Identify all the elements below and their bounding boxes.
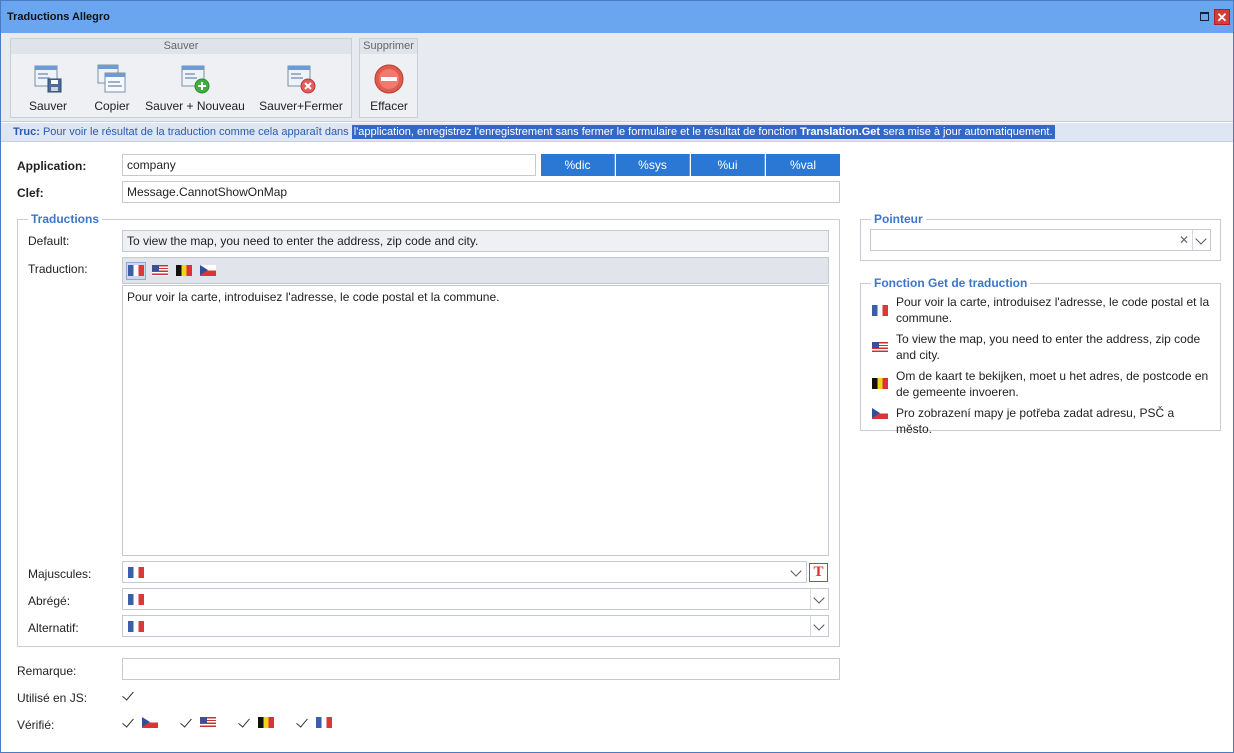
restore-button[interactable] <box>1197 9 1213 25</box>
application-label: Application: <box>17 159 87 173</box>
translation-window: Traductions Allegro ✕ Sauver Sauver Copi… <box>0 0 1234 753</box>
get-function-us: To view the map, you need to enter the a… <box>896 332 1201 362</box>
get-function-legend: Fonction Get de traduction <box>871 276 1031 290</box>
flag-us-icon <box>200 717 216 728</box>
delete-group: Supprimer Effacer <box>359 38 418 118</box>
clear-icon[interactable]: ✕ <box>1177 230 1191 250</box>
window-title: Traductions Allegro <box>7 11 110 23</box>
default-value: To view the map, you need to enter the a… <box>122 230 829 252</box>
short-label: Abrégé: <box>28 594 71 608</box>
short-combo[interactable] <box>122 588 829 610</box>
default-label: Default: <box>28 234 70 248</box>
flag-fr-button[interactable] <box>126 262 146 280</box>
tip-text-3: sera mise à jour automatiquement. <box>880 126 1053 138</box>
pointer-legend: Pointeur <box>871 212 926 226</box>
placeholder-dic-button[interactable]: %dic <box>541 154 615 176</box>
delete-group-title: Supprimer <box>360 39 417 54</box>
save-group: Sauver Sauver Copier Sauver + Nouveau Sa… <box>10 38 352 118</box>
tip-text-2: l'application, enregistrez l'enregistrem… <box>353 126 800 138</box>
uppercase-dropdown[interactable] <box>788 562 806 582</box>
verified-label: Vérifié: <box>17 718 55 732</box>
flag-us-icon <box>152 265 168 276</box>
pointer-combo[interactable]: ✕ <box>870 229 1211 251</box>
application-input[interactable]: company <box>122 154 536 176</box>
tip-bar: Truc: Pour voir le résultat de la traduc… <box>1 123 1233 142</box>
flag-fr-icon <box>128 621 144 632</box>
get-function-be: Om de kaart te bekijken, moet u het adre… <box>896 369 1209 399</box>
delete-button[interactable]: Effacer <box>363 59 415 117</box>
save-new-label: Sauver + Nouveau <box>145 99 245 113</box>
chevron-down-icon <box>813 619 825 631</box>
chevron-down-icon <box>790 565 802 577</box>
flag-fr-icon <box>128 594 144 605</box>
copy-icon <box>97 64 126 93</box>
tip-prefix: Truc: <box>13 126 40 138</box>
restore-icon <box>1200 12 1209 21</box>
title-bar: Traductions Allegro ✕ <box>1 1 1233 33</box>
chevron-down-icon <box>1195 233 1207 245</box>
verified-cz-checkbox[interactable] <box>122 717 134 729</box>
flag-us-button[interactable] <box>150 262 170 280</box>
flag-cz-icon <box>142 717 158 728</box>
flag-fr-icon <box>128 265 144 276</box>
save-icon <box>34 65 62 93</box>
key-label: Clef: <box>17 186 44 200</box>
alternative-combo[interactable] <box>122 615 829 637</box>
save-new-button[interactable]: Sauver + Nouveau <box>145 59 245 117</box>
flag-cz-icon <box>200 265 216 276</box>
chevron-down-icon <box>813 592 825 604</box>
flag-be-icon <box>176 265 192 276</box>
used-js-checkbox[interactable] <box>122 690 134 702</box>
save-group-title: Sauver <box>11 39 351 54</box>
flag-fr-icon <box>316 717 332 728</box>
tip-function: Translation.Get <box>800 126 881 138</box>
translation-label: Traduction: <box>28 262 88 276</box>
verified-be-checkbox[interactable] <box>238 717 250 729</box>
language-flag-bar <box>122 257 829 284</box>
pointer-dropdown[interactable] <box>1192 230 1210 250</box>
flag-cz-icon <box>872 408 888 419</box>
copy-label: Copier <box>94 99 130 113</box>
flag-be-icon <box>872 378 888 389</box>
translations-legend: Traductions <box>28 212 103 226</box>
short-dropdown[interactable] <box>810 589 828 609</box>
key-input[interactable]: Message.CannotShowOnMap <box>122 181 840 203</box>
flag-fr-icon <box>128 567 144 578</box>
placeholder-val-button[interactable]: %val <box>766 154 840 176</box>
close-document-icon <box>287 65 316 94</box>
remark-input[interactable] <box>122 658 840 680</box>
flag-fr-icon <box>872 305 888 316</box>
remark-label: Remarque: <box>17 664 77 678</box>
copy-button[interactable]: Copier <box>85 59 139 117</box>
flag-be-button[interactable] <box>174 262 194 280</box>
used-js-label: Utilisé en JS: <box>17 691 88 705</box>
uppercase-combo[interactable] <box>122 561 807 583</box>
save-button[interactable]: Sauver <box>21 59 75 117</box>
tip-text-1: Pour voir le résultat de la traduction c… <box>39 126 352 138</box>
close-button[interactable]: ✕ <box>1214 9 1230 25</box>
uppercase-label: Majuscules: <box>28 567 92 581</box>
save-close-button[interactable]: Sauver+Fermer <box>257 59 345 117</box>
delete-label: Effacer <box>370 99 408 113</box>
placeholder-ui-button[interactable]: %ui <box>691 154 765 176</box>
placeholder-sys-button[interactable]: %sys <box>616 154 690 176</box>
save-close-label: Sauver+Fermer <box>259 99 343 113</box>
alternative-dropdown[interactable] <box>810 616 828 636</box>
flag-be-icon <box>258 717 274 728</box>
flag-cz-button[interactable] <box>198 262 218 280</box>
delete-icon <box>374 64 404 94</box>
verified-us-checkbox[interactable] <box>180 717 192 729</box>
ribbon-toolbar: Sauver Sauver Copier Sauver + Nouveau Sa… <box>1 33 1233 122</box>
save-label: Sauver <box>28 99 68 113</box>
close-icon: ✕ <box>1216 10 1228 25</box>
get-function-cz: Pro zobrazení mapy je potřeba zadat adre… <box>896 406 1175 436</box>
add-document-icon <box>181 65 210 94</box>
tip-highlight: l'application, enregistrez l'enregistrem… <box>351 125 1055 139</box>
verified-fr-checkbox[interactable] <box>296 717 308 729</box>
flag-us-icon <box>872 342 888 353</box>
alternative-label: Alternatif: <box>28 621 79 635</box>
get-function-fr: Pour voir la carte, introduisez l'adress… <box>896 295 1210 325</box>
uppercase-button[interactable]: T <box>809 563 828 582</box>
translation-textarea[interactable]: Pour voir la carte, introduisez l'adress… <box>122 285 829 556</box>
